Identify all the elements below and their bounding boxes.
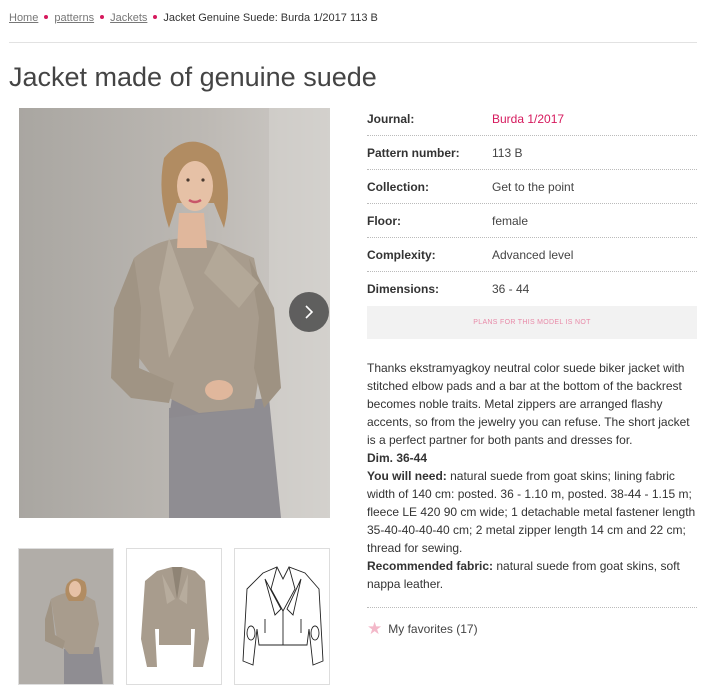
breadcrumb-patterns[interactable]: patterns: [54, 12, 94, 24]
description-dimensions: Dim. 36-44: [367, 451, 428, 465]
spec-label: Pattern number:: [367, 145, 460, 160]
spec-row-dimensions: Dimensions: 36 - 44: [367, 272, 697, 306]
spec-value: Get to the point: [492, 179, 575, 194]
spec-label: Complexity:: [367, 247, 436, 262]
breadcrumb-home[interactable]: Home: [9, 12, 38, 24]
main-product-photo[interactable]: [19, 108, 330, 518]
breadcrumb-current: Jacket Genuine Suede: Burda 1/2017 113 B: [163, 12, 378, 24]
materials-label: You will need:: [367, 469, 447, 483]
spec-value: 113 B: [492, 145, 523, 160]
thumbnail-jacket-photo[interactable]: [126, 548, 222, 685]
spec-row-pattern-number: Pattern number: 113 B: [367, 136, 697, 170]
spec-row-floor: Floor: female: [367, 204, 697, 238]
spec-label: Journal:: [367, 111, 415, 126]
spec-row-complexity: Complexity: Advanced level: [367, 238, 697, 272]
breadcrumb-separator: [153, 15, 158, 20]
plans-notice: PLANS FOR THIS MODEL IS NOT: [367, 306, 697, 339]
divider: [9, 42, 697, 43]
thumbnail-photo[interactable]: [18, 548, 114, 685]
breadcrumb: Home patterns Jackets Jacket Genuine Suede:…: [9, 12, 378, 24]
breadcrumb-separator: [44, 15, 49, 20]
favorites-button[interactable]: ★ My favorites (17): [367, 620, 478, 637]
fabric-label: Recommended fabric:: [367, 559, 494, 573]
divider: [367, 607, 697, 608]
spec-value: female: [492, 213, 529, 228]
favorites-label: My favorites (17): [388, 621, 478, 636]
pattern-specs: Journal: Burda 1/2017 Pattern number: 11…: [367, 102, 697, 306]
breadcrumb-jackets[interactable]: Jackets: [110, 12, 147, 24]
star-icon: ★: [367, 619, 383, 638]
spec-label: Collection:: [367, 179, 429, 194]
thumbnail-technical-drawing[interactable]: [234, 548, 330, 685]
pattern-description: Thanks ekstramyagkoy neutral color suede…: [367, 359, 700, 593]
chevron-right-icon: [305, 305, 314, 319]
description-intro: Thanks ekstramyagkoy neutral color suede…: [367, 361, 690, 447]
breadcrumb-separator: [100, 15, 105, 20]
spec-label: Dimensions:: [367, 282, 440, 296]
page-title: Jacket made of genuine suede: [9, 62, 377, 92]
journal-link[interactable]: Burda 1/2017: [492, 112, 564, 126]
spec-row-collection: Collection: Get to the point: [367, 170, 697, 204]
spec-row-journal: Journal: Burda 1/2017: [367, 102, 697, 136]
spec-label: Floor:: [367, 213, 401, 228]
next-image-button[interactable]: [289, 292, 329, 332]
spec-value: Advanced level: [492, 247, 574, 262]
spec-value: 36 - 44: [492, 282, 530, 296]
